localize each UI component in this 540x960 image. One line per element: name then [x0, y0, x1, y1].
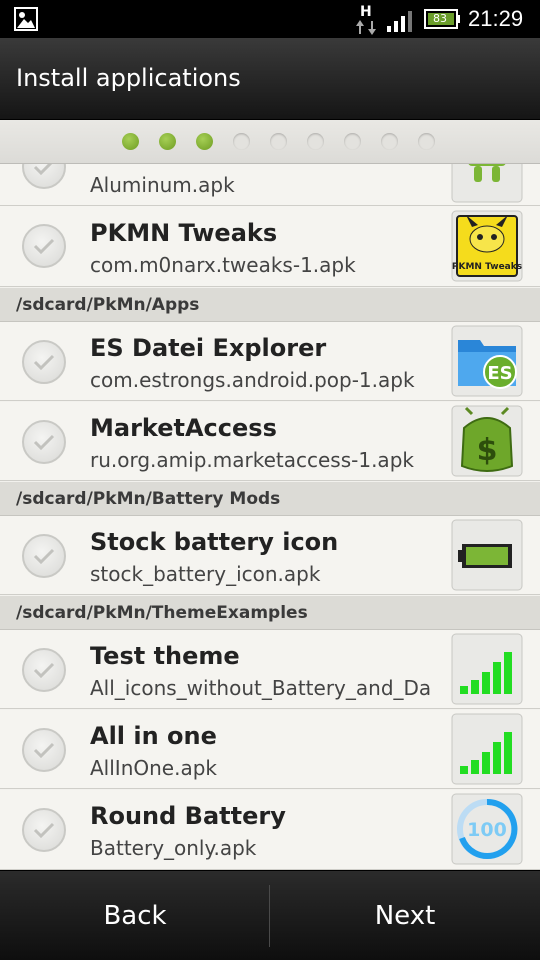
- page-dot: [159, 133, 176, 150]
- icon-percent-text: 100: [467, 819, 507, 841]
- item-filename: ru.org.amip.marketaccess-1.apk: [90, 448, 414, 472]
- list-item-aluminum[interactable]: Aluminum.apk: [0, 164, 540, 206]
- item-title: Test theme: [90, 642, 240, 670]
- list-item-marketaccess[interactable]: MarketAccess ru.org.amip.marketaccess-1.…: [0, 402, 540, 481]
- section-header-theme-examples: /sdcard/PkMn/ThemeExamples: [0, 596, 540, 630]
- signal-bars-icon: [451, 713, 523, 785]
- bottom-action-bar: Back Next: [0, 870, 540, 960]
- icon-logo-text: PKMN Tweaks: [452, 262, 522, 272]
- svg-text:ES: ES: [487, 363, 512, 384]
- page-dot: [122, 133, 139, 150]
- item-filename: com.estrongs.android.pop-1.apk: [90, 368, 415, 392]
- page-dot: [270, 133, 287, 150]
- checkbox[interactable]: [22, 420, 66, 464]
- battery-level: 83: [433, 12, 447, 25]
- section-label: /sdcard/PkMn/Battery Mods: [16, 489, 281, 509]
- item-title: MarketAccess: [90, 414, 277, 442]
- svg-text:$: $: [477, 433, 498, 468]
- page-dot: [344, 133, 361, 150]
- item-title: All in one: [90, 722, 217, 750]
- list-item-round-battery[interactable]: Round Battery Battery_only.apk 100: [0, 790, 540, 870]
- check-mark-icon: [33, 822, 55, 839]
- item-filename: All_icons_without_Battery_and_Da: [90, 676, 432, 700]
- check-mark-icon: [33, 164, 53, 176]
- page-dot: [196, 133, 213, 150]
- apk-list[interactable]: Aluminum.apk PKMN Tweaks com.m0narx.twea…: [0, 164, 540, 870]
- checkbox[interactable]: [22, 534, 66, 578]
- page-indicator: [0, 120, 540, 164]
- market-access-icon: $: [451, 405, 523, 477]
- battery-icon: [451, 519, 523, 591]
- list-item-stock-battery-icon[interactable]: Stock battery icon stock_battery_icon.ap…: [0, 516, 540, 595]
- network-type-label: H: [360, 4, 372, 20]
- check-mark-icon: [33, 742, 55, 759]
- page-dot: [418, 133, 435, 150]
- next-button[interactable]: Next: [270, 871, 540, 960]
- item-filename: stock_battery_icon.apk: [90, 562, 321, 586]
- section-label: /sdcard/PkMn/Apps: [16, 295, 200, 315]
- item-filename: Aluminum.apk: [90, 173, 235, 197]
- check-mark-icon: [33, 434, 55, 451]
- item-title: Round Battery: [90, 802, 286, 830]
- status-bar: H 83 21:29: [0, 0, 540, 38]
- check-mark-icon: [33, 662, 55, 679]
- item-title: ES Datei Explorer: [90, 334, 327, 362]
- item-title: PKMN Tweaks: [90, 219, 278, 247]
- list-item-test-theme[interactable]: Test theme All_icons_without_Battery_and…: [0, 630, 540, 709]
- list-item-pkmn-tweaks[interactable]: PKMN Tweaks com.m0narx.tweaks-1.apk PKMN…: [0, 206, 540, 287]
- checkbox[interactable]: [22, 728, 66, 772]
- section-header-battery-mods: /sdcard/PkMn/Battery Mods: [0, 482, 540, 516]
- checkbox[interactable]: [22, 340, 66, 384]
- data-transfer-icon: H: [356, 4, 376, 35]
- round-battery-icon: 100: [451, 793, 523, 865]
- es-file-explorer-icon: ES: [451, 325, 523, 397]
- signal-bars-icon: [451, 633, 523, 705]
- check-mark-icon: [33, 354, 55, 371]
- item-filename: Battery_only.apk: [90, 836, 257, 860]
- page-title: Install applications: [16, 64, 241, 92]
- title-bar: Install applications: [0, 38, 540, 120]
- section-header-apps: /sdcard/PkMn/Apps: [0, 288, 540, 322]
- check-mark-icon: [33, 548, 55, 565]
- checkbox[interactable]: [22, 224, 66, 268]
- section-label: /sdcard/PkMn/ThemeExamples: [16, 603, 308, 623]
- checkbox[interactable]: [22, 648, 66, 692]
- item-filename: AllInOne.apk: [90, 756, 217, 780]
- back-button[interactable]: Back: [0, 871, 270, 960]
- checkbox[interactable]: [22, 808, 66, 852]
- clock: 21:29: [468, 6, 524, 31]
- item-title: Stock battery icon: [90, 528, 339, 556]
- image-notification-icon: [14, 7, 38, 31]
- pikachu-android-icon: PKMN Tweaks: [451, 210, 523, 282]
- page-dot: [381, 133, 398, 150]
- checkbox[interactable]: [22, 164, 66, 189]
- page-dot: [307, 133, 324, 150]
- item-filename: com.m0narx.tweaks-1.apk: [90, 253, 356, 277]
- signal-strength-icon: [387, 11, 412, 32]
- android-robot-icon: [451, 164, 523, 203]
- check-mark-icon: [33, 238, 55, 255]
- page-dot: [233, 133, 250, 150]
- list-item-es-datei-explorer[interactable]: ES Datei Explorer com.estrongs.android.p…: [0, 322, 540, 401]
- list-item-all-in-one[interactable]: All in one AllInOne.apk: [0, 710, 540, 789]
